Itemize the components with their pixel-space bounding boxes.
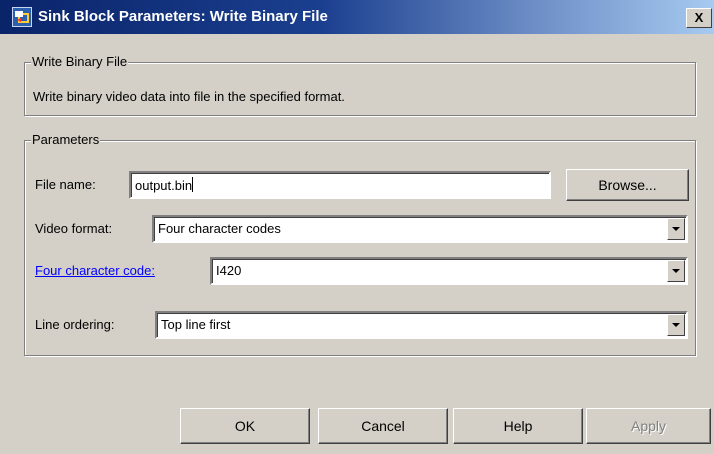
help-button[interactable]: Help <box>453 408 583 444</box>
ok-button[interactable]: OK <box>180 408 310 444</box>
cancel-button[interactable]: Cancel <box>318 408 448 444</box>
chevron-down-icon[interactable] <box>667 218 685 240</box>
parameters-group: Parameters File name: output.bin Browse.… <box>24 132 696 356</box>
video-format-select[interactable]: Four character codes <box>152 215 688 243</box>
four-character-code-value: I420 <box>216 263 242 278</box>
video-format-label: Video format: <box>35 221 113 236</box>
block-description-group: Write Binary File Write binary video dat… <box>24 54 696 116</box>
chevron-down-icon[interactable] <box>667 314 685 336</box>
file-name-input[interactable]: output.bin <box>129 171 551 199</box>
file-name-value: output.bin <box>135 178 193 193</box>
line-ordering-value: Top line first <box>161 317 231 332</box>
chevron-down-icon[interactable] <box>667 260 685 282</box>
close-button[interactable]: X <box>686 8 712 28</box>
text-caret <box>192 177 194 192</box>
title-bar[interactable]: Sink Block Parameters: Write Binary File… <box>0 0 714 34</box>
four-character-code-link[interactable]: Four character code: <box>35 263 155 279</box>
four-character-code-select[interactable]: I420 <box>210 257 688 285</box>
video-format-value: Four character codes <box>158 221 281 236</box>
parameters-legend: Parameters <box>31 132 101 148</box>
block-description: Write binary video data into file in the… <box>33 89 345 104</box>
block-group-legend: Write Binary File <box>31 54 129 70</box>
line-ordering-select[interactable]: Top line first <box>155 311 688 339</box>
apply-button[interactable]: Apply <box>586 408 711 444</box>
window-title: Sink Block Parameters: Write Binary File <box>38 8 328 25</box>
browse-button[interactable]: Browse... <box>566 169 689 201</box>
dialog-window: Sink Block Parameters: Write Binary File… <box>0 0 714 454</box>
block-icon <box>12 7 32 27</box>
file-name-label: File name: <box>35 177 96 192</box>
line-ordering-label: Line ordering: <box>35 317 115 332</box>
